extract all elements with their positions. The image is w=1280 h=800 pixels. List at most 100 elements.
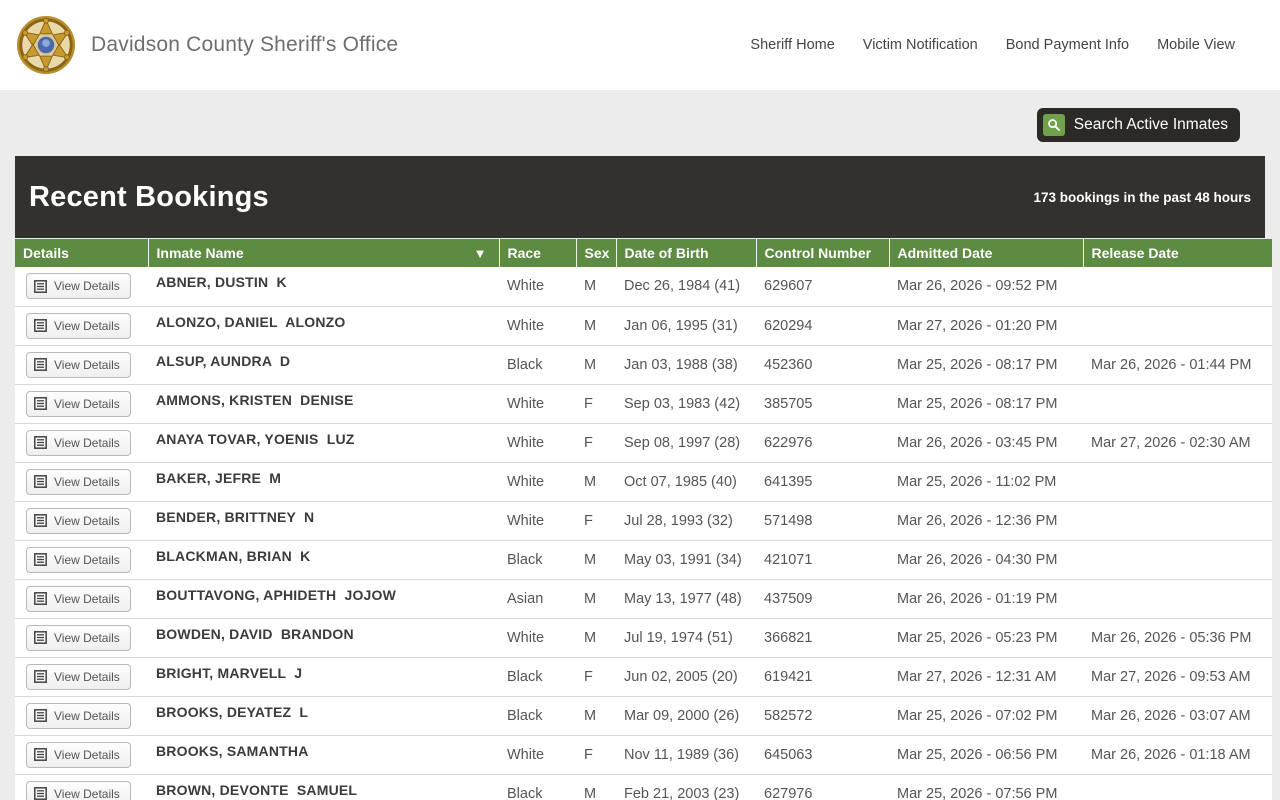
nav-sheriff-home[interactable]: Sheriff Home [750, 37, 834, 53]
view-details-button[interactable]: View Details [26, 585, 131, 612]
search-active-inmates-button[interactable]: Search Active Inmates [1036, 108, 1240, 142]
release-date-cell [1083, 540, 1272, 579]
release-date-cell [1083, 306, 1272, 345]
brand: Davidson County Sheriff's Office [15, 14, 398, 76]
race-cell: White [507, 434, 545, 451]
details-cell: View Details [15, 306, 148, 345]
admitted-date-cell: Mar 26, 2026 - 03:45 PM [897, 434, 1058, 451]
control-number-cell: 421071 [764, 551, 813, 568]
list-icon [34, 670, 47, 683]
inmate-name-cell: ALONZO, DANIEL ALONZO [156, 313, 346, 330]
race-cell: White [507, 746, 545, 763]
sort-descending-icon[interactable]: ▼ [474, 246, 487, 261]
view-details-button[interactable]: View Details [26, 546, 131, 573]
race-cell: Black [507, 707, 543, 724]
details-cell: View Details [15, 774, 148, 800]
race-cell: White [507, 512, 545, 529]
sex-cell: M [584, 551, 597, 568]
view-details-button[interactable]: View Details [26, 663, 131, 690]
details-cell: View Details [15, 501, 148, 540]
list-icon [34, 709, 47, 722]
release-date-cell: Mar 26, 2026 - 03:07 AM [1091, 707, 1251, 724]
view-details-button[interactable]: View Details [26, 351, 131, 378]
bookings-table: Details Inmate Name ▼ Race Sex Date of B… [15, 239, 1272, 800]
col-header-inmate-name-label: Inmate Name [156, 245, 244, 261]
bookings-count: 173 bookings in the past 48 hours [1033, 189, 1251, 205]
bookings-table-body: View Details ABNER, DUSTIN K White M Dec… [15, 267, 1272, 800]
view-details-label: View Details [54, 708, 120, 723]
sex-cell: F [584, 746, 593, 763]
view-details-button[interactable]: View Details [26, 741, 131, 768]
list-icon [34, 787, 47, 800]
release-date-cell [1083, 462, 1272, 501]
details-cell: View Details [15, 657, 148, 696]
inmate-name-cell: BRIGHT, MARVELL J [156, 664, 303, 681]
view-details-label: View Details [54, 513, 120, 528]
details-cell: View Details [15, 423, 148, 462]
view-details-button[interactable]: View Details [26, 507, 131, 534]
view-details-button[interactable]: View Details [26, 390, 131, 417]
view-details-button[interactable]: View Details [26, 702, 131, 729]
table-row: View Details BROWN, DEVONTE SAMUEL Black… [15, 774, 1272, 800]
nav-mobile-view[interactable]: Mobile View [1157, 37, 1235, 53]
race-cell: Asian [507, 590, 544, 607]
race-cell: White [507, 317, 545, 334]
admitted-date-cell: Mar 26, 2026 - 01:19 PM [897, 590, 1058, 607]
nav-victim-notification[interactable]: Victim Notification [863, 37, 978, 53]
sex-cell: F [584, 395, 593, 412]
sex-cell: M [584, 317, 597, 334]
list-icon [34, 631, 47, 644]
table-row: View Details ALSUP, AUNDRA D Black M Jan… [15, 345, 1272, 384]
release-date-cell [1083, 579, 1272, 618]
details-cell: View Details [15, 462, 148, 501]
view-details-button[interactable]: View Details [26, 273, 131, 300]
view-details-button[interactable]: View Details [26, 624, 131, 651]
sex-cell: M [584, 278, 597, 295]
admitted-date-cell: Mar 25, 2026 - 08:17 PM [897, 395, 1058, 412]
col-header-inmate-name[interactable]: Inmate Name ▼ [147, 239, 499, 267]
table-row: View Details AMMONS, KRISTEN DENISE Whit… [15, 384, 1272, 423]
race-cell: Black [507, 785, 543, 800]
details-cell: View Details [15, 345, 148, 384]
table-row: View Details BAKER, JEFRE M White M Oct … [15, 462, 1272, 501]
view-details-label: View Details [54, 318, 120, 333]
release-date-cell: Mar 26, 2026 - 01:44 PM [1091, 356, 1252, 373]
nav-bond-payment-info[interactable]: Bond Payment Info [1006, 37, 1129, 53]
date-of-birth-cell: May 03, 1991 (34) [624, 551, 742, 568]
inmate-name-cell: AMMONS, KRISTEN DENISE [156, 391, 354, 408]
release-date-cell: Mar 26, 2026 - 01:18 AM [1091, 746, 1251, 763]
release-date-cell: Mar 26, 2026 - 05:36 PM [1091, 629, 1252, 646]
release-date-cell [1083, 267, 1272, 306]
details-cell: View Details [15, 267, 148, 306]
view-details-button[interactable]: View Details [26, 468, 131, 495]
recent-bookings-header: Recent Bookings 173 bookings in the past… [15, 156, 1265, 238]
admitted-date-cell: Mar 25, 2026 - 07:02 PM [897, 707, 1058, 724]
col-header-control-number: Control Number [755, 239, 889, 267]
inmate-name-cell: BOWDEN, DAVID BRANDON [156, 625, 354, 642]
list-icon [34, 748, 47, 761]
search-icon [1042, 114, 1065, 136]
release-date-cell [1083, 774, 1272, 800]
inmate-name-cell: ALSUP, AUNDRA D [156, 352, 291, 369]
control-number-cell: 641395 [764, 473, 813, 490]
admitted-date-cell: Mar 25, 2026 - 08:17 PM [897, 356, 1058, 373]
view-details-button[interactable]: View Details [26, 312, 131, 339]
view-details-label: View Details [54, 552, 120, 567]
date-of-birth-cell: Jul 19, 1974 (51) [624, 629, 733, 646]
admitted-date-cell: Mar 27, 2026 - 01:20 PM [897, 317, 1058, 334]
view-details-button[interactable]: View Details [26, 429, 131, 456]
details-cell: View Details [15, 579, 148, 618]
table-row: View Details BRIGHT, MARVELL J Black F J… [15, 657, 1272, 696]
list-icon [34, 475, 47, 488]
view-details-button[interactable]: View Details [26, 780, 131, 800]
admitted-date-cell: Mar 25, 2026 - 06:56 PM [897, 746, 1058, 763]
release-date-cell [1083, 384, 1272, 423]
list-icon [34, 592, 47, 605]
table-row: View Details BENDER, BRITTNEY N White F … [15, 501, 1272, 540]
race-cell: White [507, 473, 545, 490]
top-header: Davidson County Sheriff's Office Sheriff… [0, 0, 1280, 90]
admitted-date-cell: Mar 26, 2026 - 09:52 PM [897, 278, 1058, 295]
sex-cell: M [584, 590, 597, 607]
col-header-date-of-birth: Date of Birth [615, 239, 756, 267]
date-of-birth-cell: Jan 06, 1995 (31) [624, 317, 738, 334]
